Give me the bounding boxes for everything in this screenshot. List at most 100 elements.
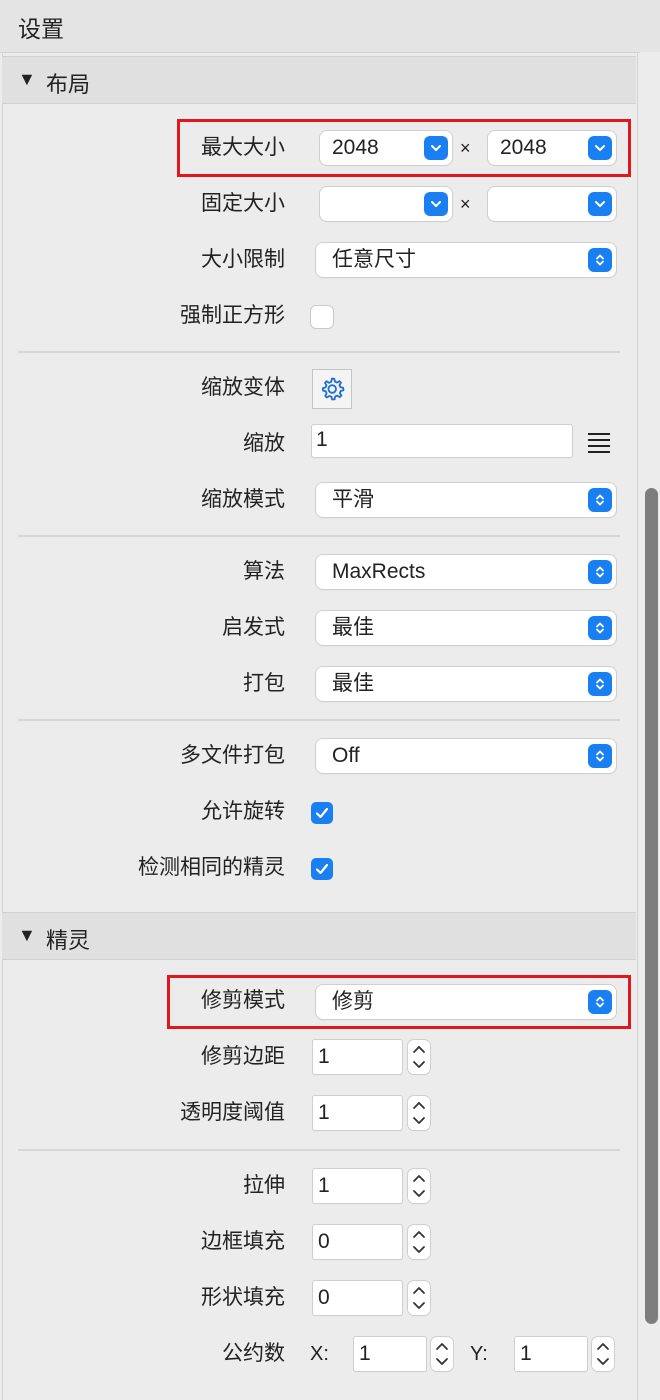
heuristic-popup[interactable]: 最佳	[316, 611, 616, 645]
up-down-chevron-icon	[588, 744, 612, 768]
multipack-label: 多文件打包	[180, 744, 285, 767]
stepper-up-down-icon	[413, 1287, 425, 1309]
algorithm-label: 算法	[243, 560, 285, 583]
up-down-chevron-icon	[588, 672, 612, 696]
stepper-up-down-icon	[413, 1102, 425, 1124]
section-header-layout[interactable]: ▼ 布局	[2, 56, 636, 104]
allow-rotation-checkbox[interactable]	[311, 802, 333, 824]
chevron-down-icon[interactable]	[588, 136, 612, 160]
up-down-chevron-icon	[588, 990, 612, 1014]
scale-label: 缩放	[243, 432, 285, 455]
section-header-sprites[interactable]: ▼ 精灵	[2, 912, 636, 960]
divider	[18, 719, 620, 721]
common-divisor-x-input[interactable]: 1	[354, 1337, 426, 1371]
fixed-size-label: 固定大小	[201, 192, 285, 215]
trim-margin-input[interactable]: 1	[313, 1040, 402, 1074]
max-size-separator: ×	[460, 138, 471, 158]
common-divisor-y-value: 1	[520, 1342, 532, 1365]
scale-input[interactable]: 1	[312, 425, 572, 457]
up-down-chevron-icon	[588, 616, 612, 640]
border-padding-value: 0	[318, 1230, 330, 1253]
common-divisor-x-stepper[interactable]	[431, 1337, 453, 1371]
scale-mode-value: 平滑	[332, 488, 374, 511]
heuristic-label: 启发式	[222, 616, 285, 639]
fixed-size-width-combo[interactable]	[320, 187, 452, 221]
extrude-value: 1	[318, 1174, 330, 1197]
max-size-height-value: 2048	[500, 136, 547, 159]
common-divisor-x-label: X:	[310, 1343, 329, 1365]
detect-identical-checkbox[interactable]	[311, 858, 333, 880]
common-divisor-y-input[interactable]: 1	[515, 1337, 587, 1371]
up-down-chevron-icon	[588, 488, 612, 512]
divider	[18, 351, 620, 353]
shape-padding-value: 0	[318, 1286, 330, 1309]
disclosure-triangle-down-icon: ▼	[18, 69, 36, 89]
scrollbar-thumb[interactable]	[645, 488, 658, 1324]
max-size-width-combo[interactable]: 2048	[320, 131, 452, 165]
pack-popup[interactable]: 最佳	[316, 667, 616, 701]
hamburger-menu-icon[interactable]	[587, 431, 611, 453]
multipack-value: Off	[332, 744, 360, 767]
chevron-down-icon[interactable]	[424, 136, 448, 160]
fixed-size-height-combo[interactable]	[488, 187, 616, 221]
section-label-layout: 布局	[46, 72, 91, 97]
checkmark-icon	[315, 807, 329, 819]
chevron-down-icon[interactable]	[424, 192, 448, 216]
alpha-threshold-value: 1	[318, 1101, 330, 1124]
chevron-down-icon[interactable]	[588, 192, 612, 216]
common-divisor-label: 公约数	[222, 1342, 285, 1365]
size-constraint-popup[interactable]: 任意尺寸	[316, 243, 616, 277]
algorithm-value: MaxRects	[332, 560, 426, 583]
border-padding-stepper[interactable]	[408, 1225, 430, 1259]
alpha-threshold-label: 透明度阈值	[180, 1101, 285, 1124]
max-size-height-combo[interactable]: 2048	[488, 131, 616, 165]
pack-label: 打包	[243, 672, 285, 695]
gear-icon	[321, 377, 345, 401]
size-constraint-value: 任意尺寸	[332, 248, 416, 271]
shape-padding-input[interactable]: 0	[313, 1281, 402, 1315]
max-size-width-value: 2048	[332, 136, 379, 159]
scale-mode-popup[interactable]: 平滑	[316, 483, 616, 517]
common-divisor-y-stepper[interactable]	[592, 1337, 614, 1371]
trim-margin-stepper[interactable]	[408, 1040, 430, 1074]
size-constraint-label: 大小限制	[201, 248, 285, 271]
multipack-popup[interactable]: Off	[316, 739, 616, 773]
stepper-up-down-icon	[413, 1231, 425, 1253]
extrude-stepper[interactable]	[408, 1169, 430, 1203]
divider	[18, 535, 620, 537]
trim-margin-value: 1	[318, 1045, 330, 1068]
stepper-up-down-icon	[436, 1343, 448, 1365]
scale-mode-label: 缩放模式	[201, 488, 285, 511]
trim-margin-label: 修剪边距	[201, 1045, 285, 1068]
extrude-input[interactable]: 1	[313, 1169, 402, 1203]
divider	[18, 1149, 620, 1151]
allow-rotation-label: 允许旋转	[201, 800, 285, 823]
border-padding-label: 边框填充	[201, 1230, 285, 1253]
stepper-up-down-icon	[597, 1343, 609, 1365]
max-size-label: 最大大小	[201, 136, 285, 159]
extrude-label: 拉伸	[243, 1174, 285, 1197]
trim-mode-label: 修剪模式	[201, 989, 285, 1012]
border-padding-input[interactable]: 0	[313, 1225, 402, 1259]
trim-mode-popup[interactable]: 修剪	[316, 985, 616, 1019]
stepper-up-down-icon	[413, 1175, 425, 1197]
heuristic-value: 最佳	[332, 616, 374, 639]
stepper-up-down-icon	[413, 1046, 425, 1068]
up-down-chevron-icon	[588, 560, 612, 584]
common-divisor-y-label: Y:	[470, 1343, 488, 1365]
alpha-threshold-stepper[interactable]	[408, 1096, 430, 1130]
section-label-sprites: 精灵	[46, 928, 91, 953]
fixed-size-separator: ×	[460, 194, 471, 214]
alpha-threshold-input[interactable]: 1	[313, 1096, 402, 1130]
algorithm-popup[interactable]: MaxRects	[316, 555, 616, 589]
detect-identical-label: 检测相同的精灵	[138, 856, 285, 879]
disclosure-triangle-down-icon: ▼	[18, 925, 36, 945]
shape-padding-stepper[interactable]	[408, 1281, 430, 1315]
force-square-checkbox[interactable]	[311, 306, 333, 328]
common-divisor-x-value: 1	[359, 1342, 371, 1365]
scale-variants-button[interactable]	[312, 369, 352, 409]
scale-value: 1	[316, 428, 328, 451]
trim-mode-value: 修剪	[332, 990, 374, 1013]
pack-value: 最佳	[332, 672, 374, 695]
window-title: 设置	[18, 16, 64, 42]
